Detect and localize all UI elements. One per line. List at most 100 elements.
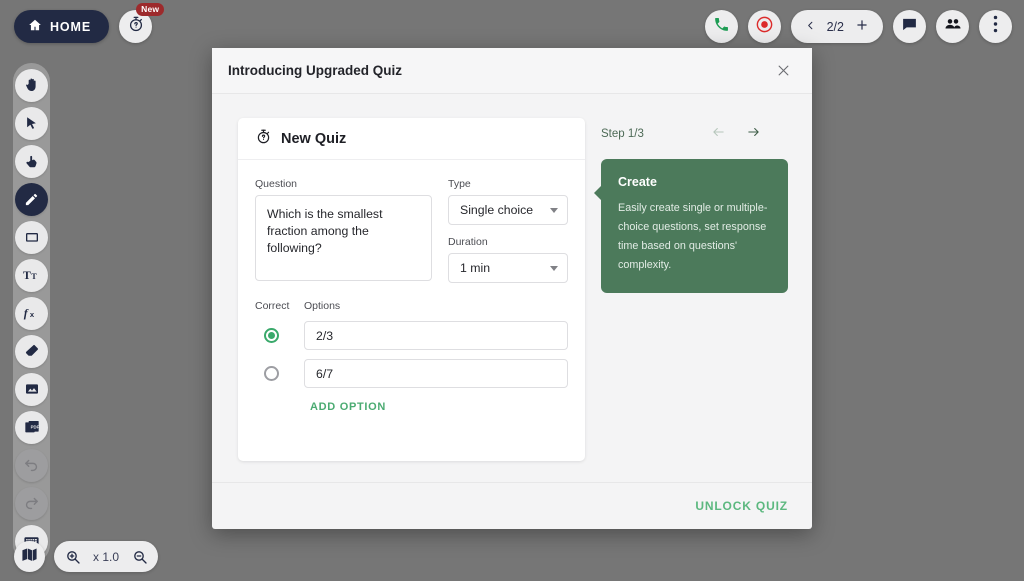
shape-tool[interactable] (15, 220, 48, 254)
modal-header: Introducing Upgraded Quiz (212, 48, 812, 94)
eraser-tool[interactable] (15, 334, 48, 368)
option-row: 2/3 (255, 321, 568, 350)
tour-stepper: Step 1/3 (601, 124, 788, 144)
tour-callout: Create Easily create single or multiple-… (594, 159, 788, 293)
chevron-left-icon[interactable] (805, 19, 816, 35)
bottom-left-controls: x 1.0 (14, 541, 159, 572)
pdf-icon: PDF (24, 419, 40, 435)
more-options-button[interactable] (979, 10, 1012, 43)
undo-tool[interactable] (15, 448, 48, 482)
option-input[interactable]: 2/3 (304, 321, 568, 350)
map-icon (21, 546, 38, 568)
pointer-tool[interactable] (15, 144, 48, 178)
option-correct-cell (255, 366, 304, 381)
record-button[interactable] (747, 10, 781, 43)
top-right-controls: 2/2 (704, 10, 1012, 43)
type-select-value: Single choice (460, 203, 534, 217)
option-input[interactable]: 6/7 (304, 359, 568, 388)
record-icon (755, 15, 774, 39)
pencil-icon (24, 192, 39, 207)
undo-icon (23, 457, 40, 474)
home-button[interactable]: HOME (14, 10, 110, 43)
zoom-controls: x 1.0 (54, 541, 159, 572)
map-button[interactable] (14, 541, 45, 572)
quiz-card-header: New Quiz (238, 118, 585, 160)
page-indicator: 2/2 (826, 19, 844, 34)
image-tool[interactable] (15, 372, 48, 406)
svg-text:x: x (29, 310, 34, 319)
quiz-editor-card: New Quiz Question Which is the smallest … (238, 118, 585, 461)
quiz-card-title: New Quiz (281, 130, 347, 147)
pdf-tool[interactable]: PDF (15, 410, 48, 444)
hand-grab-tool[interactable] (15, 68, 48, 102)
stopwatch-question-icon (127, 15, 145, 38)
pen-tool[interactable] (15, 182, 48, 216)
zoom-level: x 1.0 (93, 549, 120, 564)
type-label: Type (448, 178, 471, 190)
quiz-button[interactable]: New (119, 3, 165, 43)
more-vertical-icon (993, 15, 998, 38)
top-left-controls: HOME New (14, 3, 165, 43)
tour-arrows (710, 125, 762, 144)
image-icon (24, 381, 40, 397)
option-radio[interactable] (264, 328, 279, 343)
duration-select-value: 1 min (460, 261, 491, 275)
svg-text:T: T (31, 272, 37, 281)
modal-footer: UNLOCK QUIZ (212, 482, 812, 529)
tour-step-label: Step 1/3 (601, 128, 644, 140)
select-tool[interactable] (15, 106, 48, 140)
call-button[interactable] (704, 10, 738, 43)
type-duration-group: Type Single choice Duration 1 min (448, 178, 568, 283)
option-radio[interactable] (264, 366, 279, 381)
phone-icon (713, 16, 730, 38)
unlock-quiz-button[interactable]: UNLOCK QUIZ (695, 499, 788, 513)
svg-text:T: T (23, 269, 31, 282)
redo-tool[interactable] (15, 486, 48, 520)
plus-icon[interactable] (855, 18, 869, 35)
zoom-in-icon[interactable] (59, 543, 86, 570)
options-column-label: Options (304, 300, 341, 312)
page-navigation: 2/2 (790, 10, 883, 43)
options-header: Correct Options (255, 300, 568, 312)
quiz-modal: Introducing Upgraded Quiz New Quiz Quest… (212, 48, 812, 529)
correct-column-label: Correct (255, 300, 290, 312)
tour-callout-title: Create (618, 175, 657, 189)
new-badge: New (136, 3, 165, 16)
svg-text:f: f (23, 307, 28, 320)
tour-callout-text: Easily create single or multiple-choice … (618, 202, 768, 271)
text-tool[interactable]: TT (15, 258, 48, 292)
tour-panel: Step 1/3 Create Easily create single or … (594, 118, 788, 482)
duration-label: Duration (448, 236, 488, 248)
participants-button[interactable] (936, 10, 969, 43)
close-icon[interactable] (772, 60, 794, 82)
add-option-button[interactable]: ADD OPTION (310, 401, 568, 413)
question-input[interactable]: Which is the smallest fraction among the… (255, 195, 432, 281)
zoom-out-icon[interactable] (126, 543, 154, 570)
chevron-down-icon (550, 265, 558, 271)
arrow-left-icon[interactable] (710, 125, 727, 144)
left-toolbar: TT fx PDF (13, 63, 50, 563)
chevron-down-icon (550, 207, 558, 213)
option-correct-cell (255, 328, 304, 343)
chat-button[interactable] (893, 10, 926, 43)
formula-icon: fx (23, 305, 41, 321)
home-button-label: HOME (50, 19, 92, 34)
eraser-icon (24, 343, 40, 359)
formula-tool[interactable]: fx (15, 296, 48, 330)
quiz-card-body: Question Which is the smallest fraction … (238, 160, 585, 413)
option-row: 6/7 (255, 359, 568, 388)
modal-title: Introducing Upgraded Quiz (228, 63, 402, 78)
text-icon: TT (23, 267, 41, 283)
modal-body: New Quiz Question Which is the smallest … (212, 94, 812, 482)
question-label: Question (255, 178, 298, 190)
duration-select[interactable]: 1 min (448, 253, 568, 283)
rectangle-icon (24, 229, 40, 245)
house-icon (28, 18, 42, 35)
people-icon (944, 15, 962, 38)
question-field-group: Question Which is the smallest fraction … (255, 178, 432, 283)
redo-icon (23, 495, 40, 512)
svg-text:PDF: PDF (30, 425, 39, 430)
arrow-right-icon[interactable] (745, 125, 762, 144)
pointing-hand-icon (24, 154, 39, 169)
type-select[interactable]: Single choice (448, 195, 568, 225)
